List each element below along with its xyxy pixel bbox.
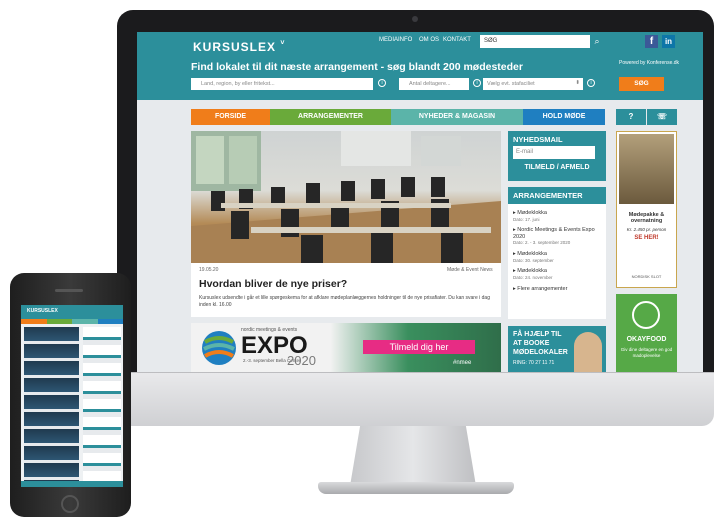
site-logo[interactable]: KURSUSLEX ˅ — [193, 40, 285, 54]
tab-arrangementer[interactable]: ARRANGEMENTER — [270, 109, 391, 125]
phone-speaker — [55, 289, 83, 292]
mobile-screen: KURSUSLEX — [21, 305, 123, 487]
featured-article[interactable]: 19.05.20 Møde & Event News Hvordan blive… — [191, 131, 501, 317]
powered-by: Powered by Konferense.dk — [619, 60, 680, 66]
ad-okayfood[interactable]: OKAYFOOD Giv dine deltagere en god madop… — [616, 294, 677, 372]
phone-icon[interactable]: ☏ — [647, 109, 677, 125]
newsletter-box: NYHEDSMAIL E-mail TILMELD / AFMELD — [508, 131, 606, 181]
ad2-brand: OKAYFOOD — [626, 336, 667, 343]
ad-title: Mødepakke & overnatning — [628, 212, 665, 224]
list-item[interactable]: ▸ Mødeklokka Dato: 24. november — [513, 268, 553, 281]
imac-stand — [350, 426, 476, 486]
mobile-nav — [21, 319, 123, 324]
site-header: KURSUSLEX ˅ MEDIAINFO OM OS KONTAKT SØG … — [137, 32, 703, 100]
ad-cta: SE HER! — [634, 235, 659, 241]
mobile-content — [24, 327, 79, 482]
list-item[interactable]: ▸ Flere arrangementer — [513, 286, 567, 293]
ad-nordisk-slot[interactable]: Mødepakke & overnatning Kr. 2.450 pr. pe… — [616, 131, 677, 288]
subscribe-button[interactable]: TILMELD / AFMELD — [513, 164, 601, 171]
imac-base — [318, 482, 514, 494]
page-tagline: Find lokalet til dit næste arrangement -… — [191, 61, 523, 73]
help-booking-box[interactable]: FÅ HJÆLP TIL AT BOOKE MØDELOKALER RING: 70… — [508, 326, 606, 372]
search-input[interactable]: SØG — [480, 35, 590, 48]
ad2-text: Giv dine deltagere en god madoplevelse — [620, 347, 673, 358]
mobile-sidebar — [83, 327, 121, 482]
tab-forside[interactable]: FORSIDE — [191, 109, 270, 125]
place-input[interactable]: Land, region, by eller fritekst... — [191, 78, 373, 90]
expo-banner[interactable]: nordic meetings & events EXPO 2.-3. sept… — [191, 323, 501, 372]
list-item[interactable]: ▸ Nordic Meetings & Events Expo 2020 Dato… — [513, 227, 601, 247]
participants-input[interactable]: Antal deltagere... — [399, 78, 469, 90]
nav-kontakt[interactable]: KONTAKT — [443, 37, 471, 43]
expo-logo-icon — [202, 331, 236, 365]
mobile-footer — [21, 481, 123, 487]
banner-tag: #nmee — [453, 360, 472, 366]
desktop-screen: KURSUSLEX ˅ MEDIAINFO OM OS KONTAKT SØG … — [137, 32, 703, 372]
banner-year: 2020 — [287, 353, 316, 368]
article-date: 19.05.20 — [199, 267, 219, 273]
events-box: ARRANGEMENTER ▸ Mødeklokka Dato: 17. juni… — [508, 187, 606, 319]
linkedin-icon[interactable]: in — [662, 35, 675, 48]
events-heading: ARRANGEMENTER — [508, 187, 606, 204]
avatar — [574, 332, 602, 372]
ad-brand: NORDISK SLOT — [631, 274, 662, 279]
chevron-down-icon: ˅ — [280, 40, 286, 47]
ad-image — [619, 134, 674, 204]
list-item[interactable]: ▸ Mødeklokka Dato: 17. juni — [513, 210, 547, 223]
article-text: Kursuslex udsendte i går et lille spørge… — [199, 295, 490, 308]
facility-select[interactable]: Vælg evt. stafaciliet ⬍ — [483, 78, 583, 90]
ad-price: Kr. 2.450 pr. person — [626, 227, 667, 232]
search-icon[interactable]: ⌕ — [590, 35, 604, 48]
article-image — [191, 131, 501, 263]
email-field[interactable]: E-mail — [513, 146, 595, 159]
article-source: Møde & Event News — [447, 267, 493, 273]
info-icon[interactable]: i — [378, 79, 386, 87]
filter-search-button[interactable]: SØG — [619, 77, 664, 91]
home-button — [61, 495, 79, 513]
imac-chin — [117, 372, 714, 426]
chevron-down-icon: ⬍ — [575, 80, 580, 86]
info-icon[interactable]: i — [473, 79, 481, 87]
facebook-icon[interactable]: f — [645, 35, 658, 48]
okayfood-logo-icon — [632, 301, 660, 329]
mobile-header: KURSUSLEX — [21, 305, 123, 319]
article-title[interactable]: Hvordan bliver de nye priser? — [199, 278, 347, 290]
tab-hold-mode[interactable]: HOLD MØDE — [523, 109, 605, 125]
banner-cta-button[interactable]: Tilmeld dig her — [363, 340, 475, 354]
camera-icon — [412, 16, 418, 22]
nav-om-os[interactable]: OM OS — [419, 37, 439, 43]
nav-mediainfo[interactable]: MEDIAINFO — [379, 37, 412, 43]
info-icon[interactable]: i — [587, 79, 595, 87]
list-item[interactable]: ▸ Mødeklokka Dato: 30. september — [513, 251, 554, 264]
tab-nyheder[interactable]: NYHEDER & MAGASIN — [391, 109, 523, 125]
help-text: FÅ HJÆLP TIL AT BOOKE MØDELOKALER — [513, 331, 568, 356]
help-button[interactable]: ? — [616, 109, 646, 125]
help-phone: RING: 70 27 11 71 — [513, 360, 555, 366]
mobile-logo: KURSUSLEX — [27, 308, 58, 314]
